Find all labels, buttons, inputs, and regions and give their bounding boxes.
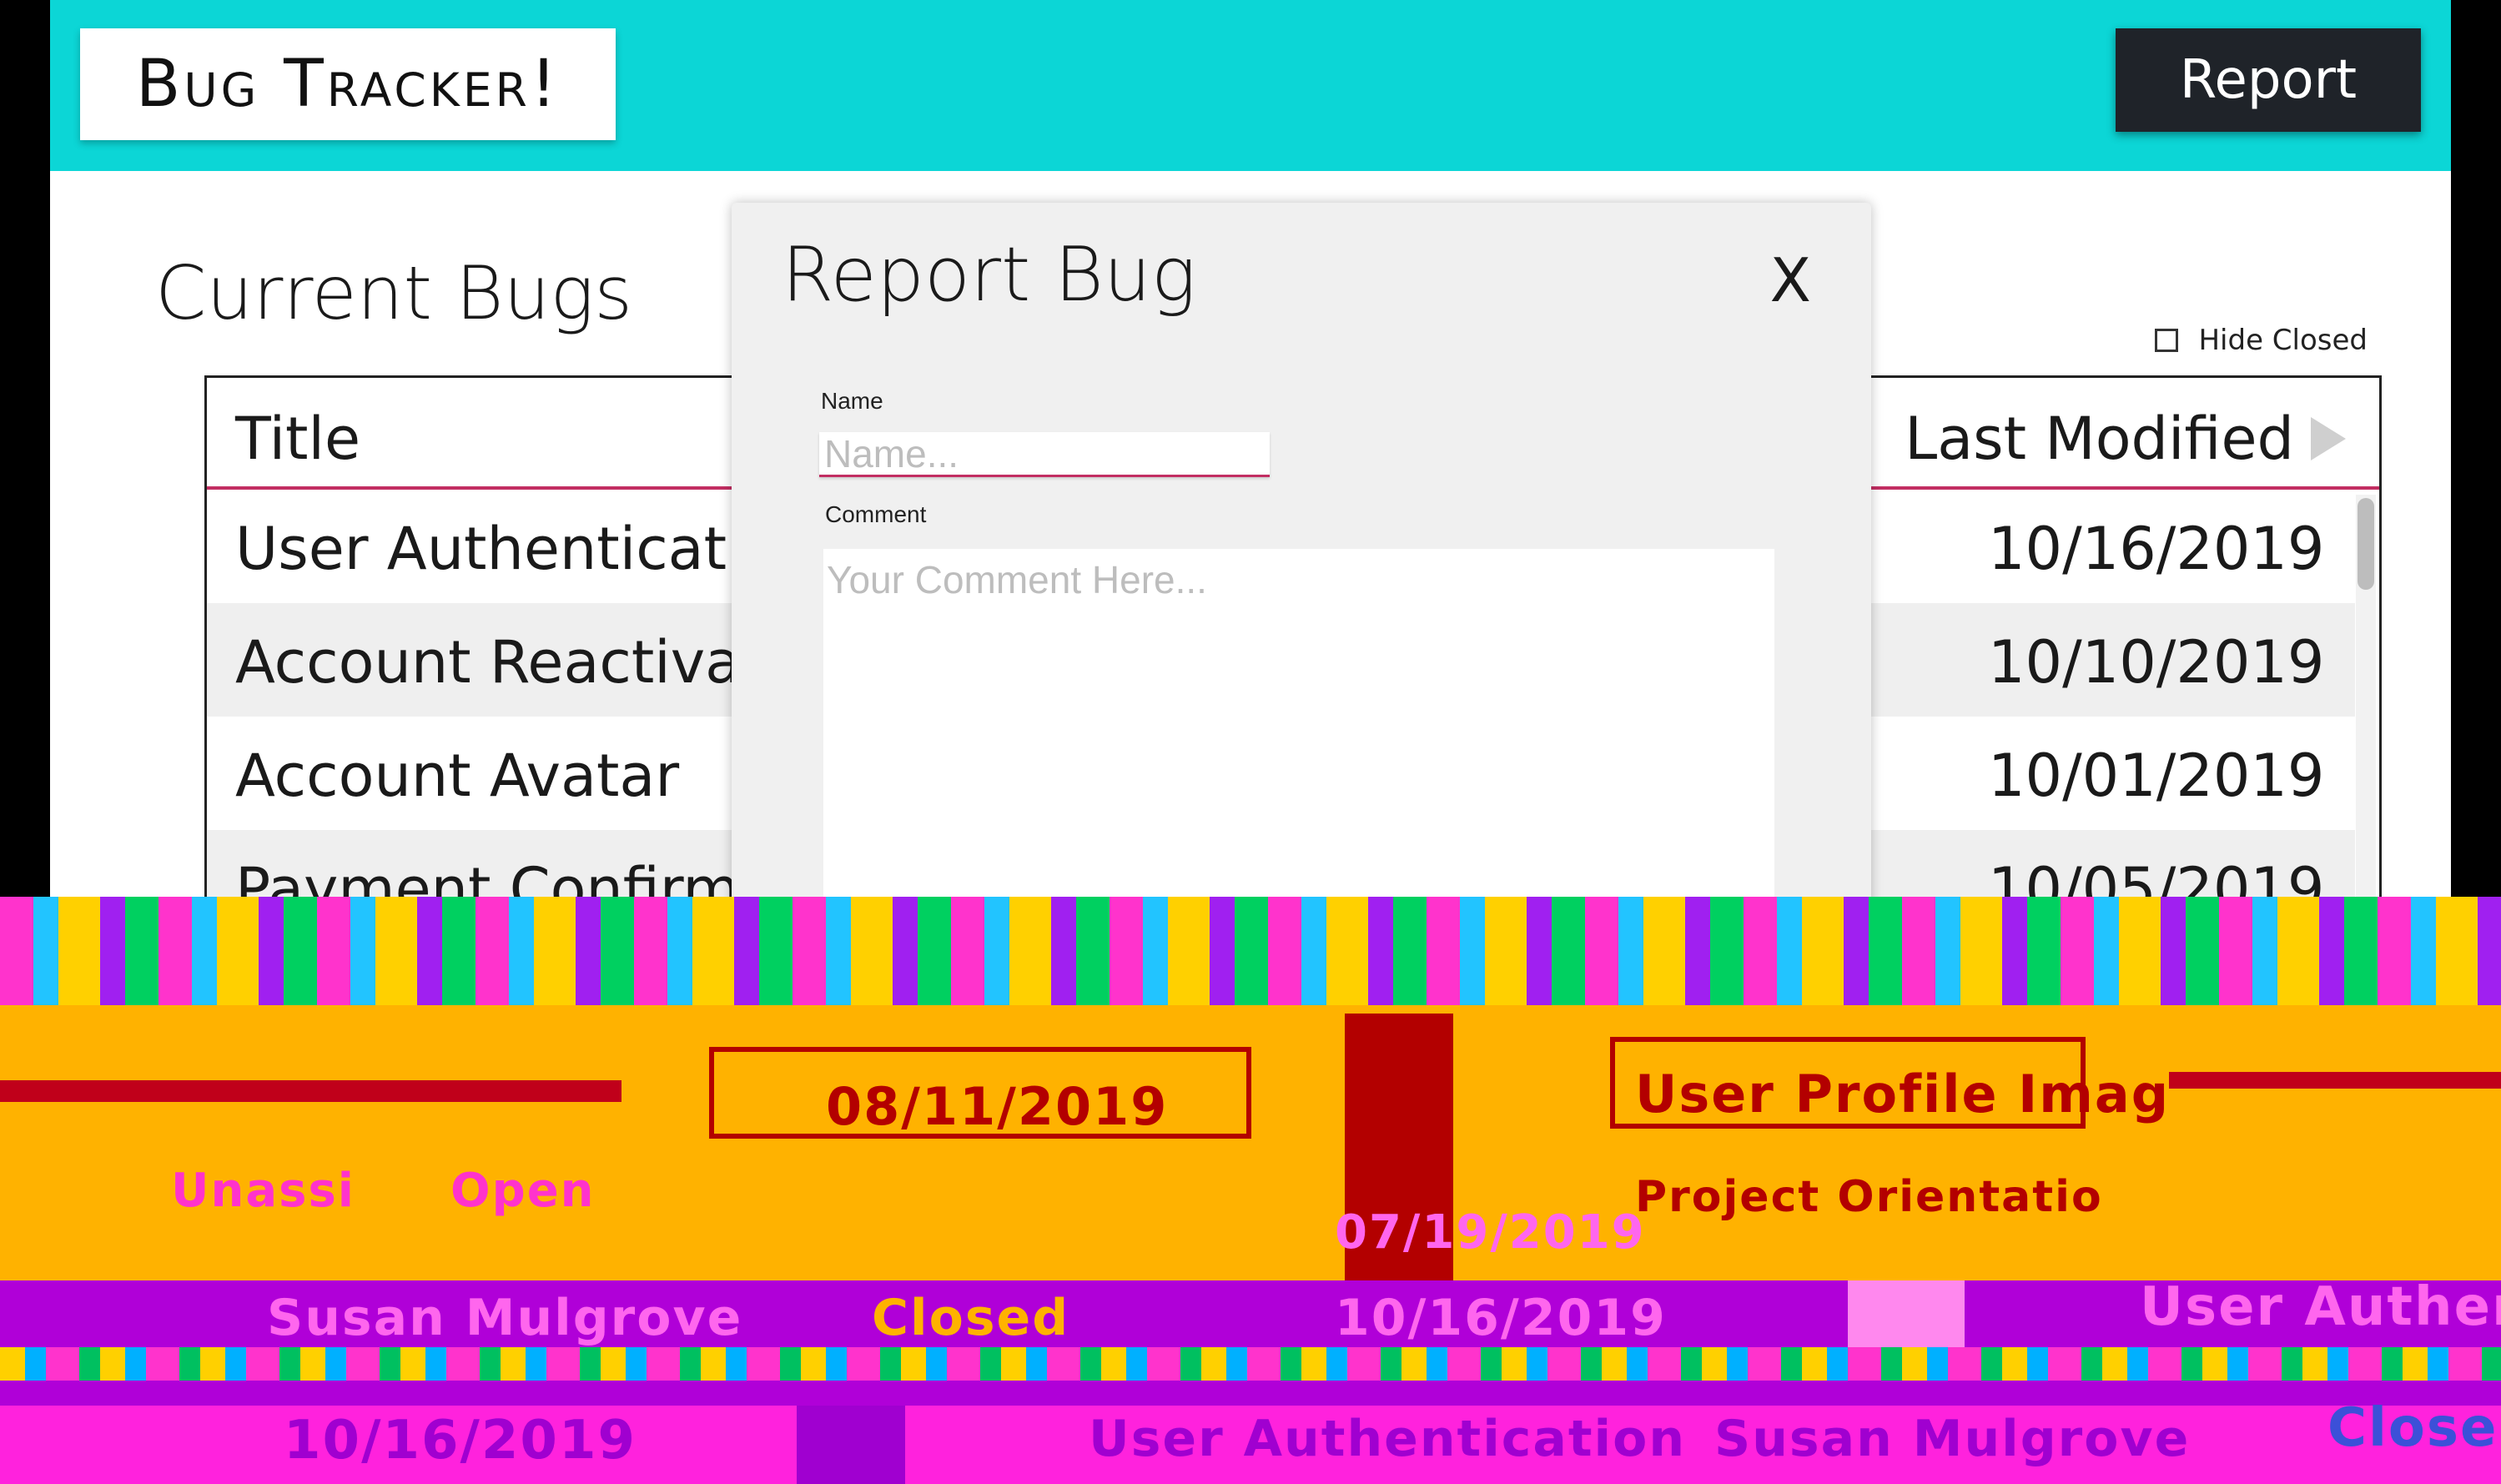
- glitch-block: [1848, 1280, 1965, 1356]
- hide-closed-label: Hide Closed: [2198, 324, 2368, 357]
- row-date: 10/05/2019: [1988, 855, 2325, 897]
- column-header-title[interactable]: Title: [235, 405, 360, 473]
- glitch-text: 08/11/2019: [826, 1076, 1169, 1137]
- glitch-text: Project Orientatio: [1635, 1172, 2103, 1222]
- glitch-text: Closed: [872, 1289, 1070, 1347]
- row-date: 10/01/2019: [1988, 742, 2325, 810]
- name-input[interactable]: [819, 432, 1270, 477]
- column-header-last-modified[interactable]: Last Modified: [1905, 405, 2346, 473]
- glitch-text: User Authenti: [2140, 1276, 2501, 1338]
- report-button[interactable]: Report: [2116, 28, 2421, 132]
- hide-closed-toggle[interactable]: Hide Closed: [2155, 324, 2368, 357]
- row-title: Account Reactiva: [235, 628, 742, 697]
- glitch-text: Open: [450, 1164, 596, 1218]
- glitch-block: [0, 1080, 621, 1102]
- table-scrollbar[interactable]: [2356, 495, 2376, 897]
- glitch-region: 08/11/2019 User Profile Imag Unassi Open…: [0, 897, 2501, 1484]
- comment-label: Comment: [825, 501, 927, 527]
- glitch-noise-band: [0, 1347, 2501, 1381]
- row-title: User Authenticati: [235, 515, 743, 583]
- glitch-block: [797, 1406, 905, 1484]
- glitch-text: 07/19/2019: [1335, 1205, 1646, 1260]
- comment-input[interactable]: [823, 549, 1774, 897]
- row-title: Account Avatar: [235, 742, 680, 810]
- modal-title: Report Bug: [782, 231, 1196, 319]
- glitch-noise-band: [0, 897, 2501, 1005]
- app-page: Bug Tracker! Report Current Bugs Hide Cl…: [50, 0, 2451, 897]
- glitch-block: [2169, 1072, 2501, 1089]
- close-button[interactable]: X: [1765, 244, 1816, 316]
- glitch-text: User Authentication: [1089, 1410, 1687, 1468]
- glitch-text: Unassi: [171, 1164, 355, 1218]
- top-bar: Bug Tracker! Report: [50, 0, 2451, 171]
- row-date: 10/16/2019: [1988, 515, 2325, 583]
- glitch-text: Susan Mulgrove: [1714, 1410, 2191, 1468]
- row-title: Payment Confirm: [235, 855, 740, 897]
- hide-closed-checkbox[interactable]: [2155, 329, 2179, 352]
- app-logo[interactable]: Bug Tracker!: [80, 28, 616, 140]
- name-label: Name: [821, 388, 883, 414]
- glitch-text: Close: [2327, 1397, 2498, 1459]
- scrollbar-thumb[interactable]: [2358, 498, 2374, 590]
- row-date: 10/10/2019: [1988, 628, 2325, 697]
- glitch-text: Susan Mulgrove: [267, 1289, 743, 1347]
- sort-arrow-icon[interactable]: [2311, 417, 2346, 460]
- glitch-text: 10/16/2019: [1335, 1289, 1667, 1347]
- glitch-text: 10/16/2019: [284, 1410, 637, 1471]
- glitch-text: User Profile Imag: [1635, 1064, 2171, 1124]
- column-header-last-modified-label: Last Modified: [1905, 405, 2294, 473]
- page-title: Current Bugs: [155, 250, 633, 336]
- report-bug-modal: Report Bug X Name Comment: [732, 203, 1871, 897]
